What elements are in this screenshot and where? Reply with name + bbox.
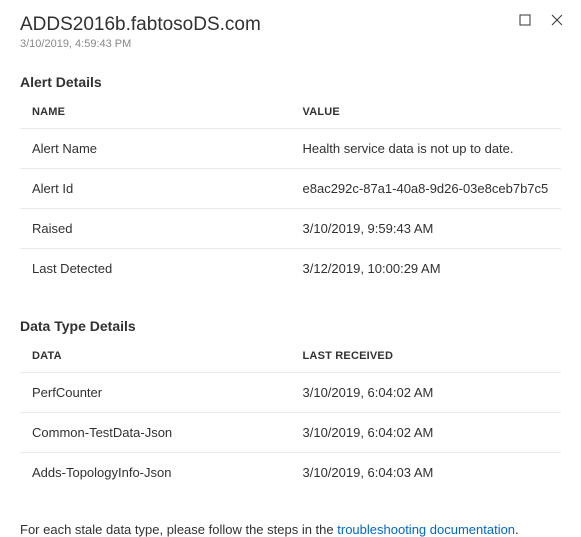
page-title: ADDS2016b.fabtosoDS.com bbox=[20, 14, 561, 36]
col-header-data: DATA bbox=[20, 342, 291, 373]
alert-panel: ADDS2016b.fabtosoDS.com 3/10/2019, 4:59:… bbox=[0, 0, 581, 533]
cell-value: Health service data is not up to date. bbox=[291, 129, 562, 169]
close-button[interactable] bbox=[549, 12, 565, 28]
cell-name: Alert Name bbox=[20, 129, 291, 169]
cell-name: Raised bbox=[20, 209, 291, 249]
cell-data: PerfCounter bbox=[20, 373, 291, 413]
cell-value: e8ac292c-87a1-40a8-9d26-03e8ceb7b7c5 bbox=[291, 169, 562, 209]
table-row: Last Detected 3/12/2019, 10:00:29 AM bbox=[20, 249, 561, 289]
col-header-name: NAME bbox=[20, 98, 291, 129]
cell-value: 3/10/2019, 9:59:43 AM bbox=[291, 209, 562, 249]
cell-data: Common-TestData-Json bbox=[20, 413, 291, 453]
cell-data: Adds-TopologyInfo-Json bbox=[20, 453, 291, 493]
table-row: Alert Id e8ac292c-87a1-40a8-9d26-03e8ceb… bbox=[20, 169, 561, 209]
table-row: PerfCounter 3/10/2019, 6:04:02 AM bbox=[20, 373, 561, 413]
col-header-value: VALUE bbox=[291, 98, 562, 129]
cell-name: Alert Id bbox=[20, 169, 291, 209]
cell-last-received: 3/10/2019, 6:04:02 AM bbox=[291, 373, 562, 413]
close-icon bbox=[551, 14, 563, 26]
cell-name: Last Detected bbox=[20, 249, 291, 289]
window-controls bbox=[517, 12, 565, 28]
data-type-details-heading: Data Type Details bbox=[20, 318, 561, 334]
cell-last-received: 3/10/2019, 6:04:02 AM bbox=[291, 413, 562, 453]
troubleshooting-link[interactable]: troubleshooting documentation bbox=[337, 522, 515, 537]
restore-button[interactable] bbox=[517, 12, 533, 28]
col-header-last-received: LAST RECEIVED bbox=[291, 342, 562, 373]
restore-icon bbox=[519, 14, 531, 26]
page-timestamp: 3/10/2019, 4:59:43 PM bbox=[20, 38, 561, 50]
alert-details-heading: Alert Details bbox=[20, 74, 561, 90]
table-row: Adds-TopologyInfo-Json 3/10/2019, 6:04:0… bbox=[20, 453, 561, 493]
footer-text: For each stale data type, please follow … bbox=[20, 522, 561, 537]
alert-details-table: NAME VALUE Alert Name Health service dat… bbox=[20, 98, 561, 288]
cell-value: 3/12/2019, 10:00:29 AM bbox=[291, 249, 562, 289]
footer-prefix: For each stale data type, please follow … bbox=[20, 522, 337, 537]
data-type-details-table: DATA LAST RECEIVED PerfCounter 3/10/2019… bbox=[20, 342, 561, 492]
table-row: Alert Name Health service data is not up… bbox=[20, 129, 561, 169]
footer-suffix: . bbox=[515, 522, 519, 537]
cell-last-received: 3/10/2019, 6:04:03 AM bbox=[291, 453, 562, 493]
table-row: Raised 3/10/2019, 9:59:43 AM bbox=[20, 209, 561, 249]
table-row: Common-TestData-Json 3/10/2019, 6:04:02 … bbox=[20, 413, 561, 453]
